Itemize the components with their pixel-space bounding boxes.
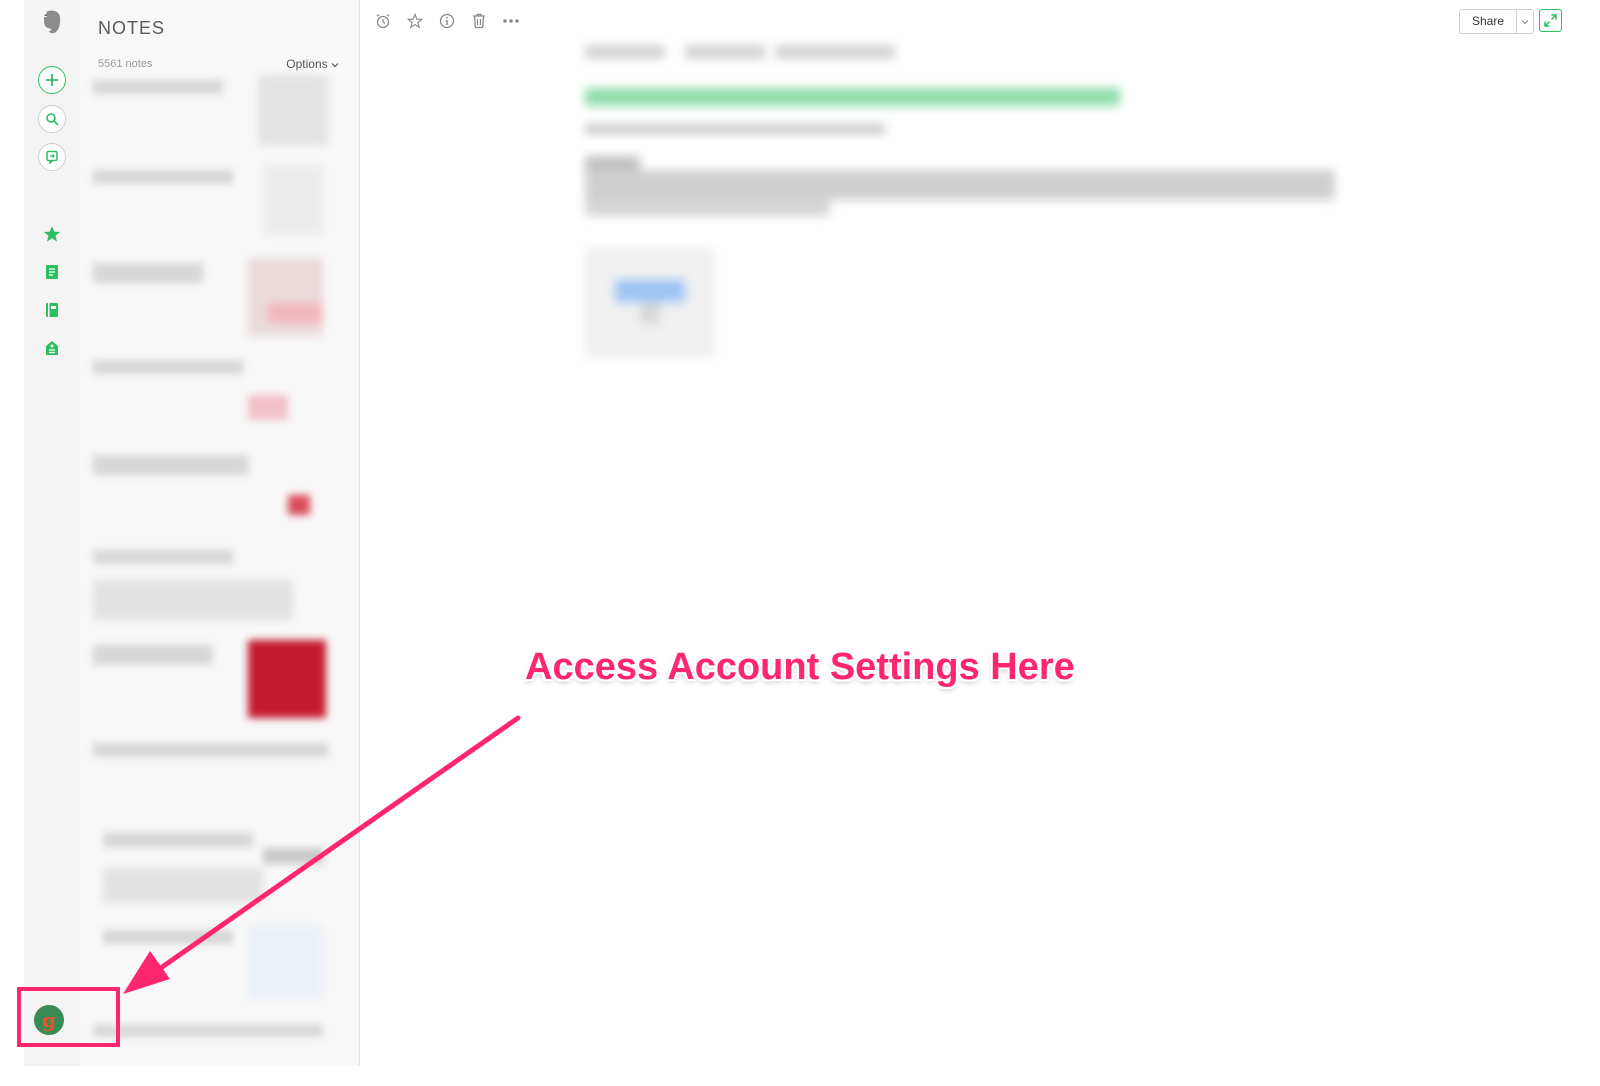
list-item[interactable] [88, 828, 350, 918]
list-item[interactable] [88, 545, 350, 630]
notes-icon [46, 265, 58, 279]
reminder-icon[interactable] [372, 10, 394, 32]
list-item[interactable] [88, 258, 350, 343]
expand-icon [1544, 14, 1557, 27]
list-item[interactable] [88, 640, 350, 725]
list-item[interactable] [88, 1020, 350, 1050]
plus-icon [38, 66, 66, 94]
note-content [580, 40, 1360, 370]
star-icon [44, 226, 60, 242]
notebooks-icon [46, 303, 58, 317]
list-item[interactable] [88, 75, 350, 155]
tags-icon [46, 341, 58, 355]
expand-button[interactable] [1539, 9, 1562, 32]
sidebar-rail: g [24, 0, 80, 1066]
note-count: 5561 notes [98, 58, 153, 70]
shortcuts-button[interactable] [36, 218, 68, 250]
more-icon[interactable] [500, 10, 522, 32]
note-list-title: NOTES [98, 18, 166, 38]
search-icon [38, 105, 66, 133]
annotation-text: Access Account Settings Here [525, 646, 1075, 688]
share-button[interactable]: Share [1459, 9, 1535, 34]
tags-button[interactable] [36, 332, 68, 364]
star-icon[interactable] [404, 10, 426, 32]
info-icon[interactable] [436, 10, 458, 32]
chevron-down-icon [331, 63, 339, 68]
search-button[interactable] [36, 103, 68, 135]
notebooks-button[interactable] [36, 294, 68, 326]
annotation-highlight-box [17, 987, 120, 1047]
work-chat-button[interactable] [36, 141, 68, 173]
options-label: Options [286, 57, 328, 71]
new-note-button[interactable] [36, 64, 68, 96]
note-toolbar [372, 8, 522, 34]
trash-icon[interactable] [468, 10, 490, 32]
list-item[interactable] [88, 165, 350, 245]
note-list-panel: NOTES 5561 notes Options [80, 0, 360, 1066]
notes-button[interactable] [36, 256, 68, 288]
options-dropdown[interactable]: Options [286, 57, 339, 71]
list-item[interactable] [88, 450, 350, 530]
evernote-logo-icon[interactable] [36, 6, 68, 38]
work-chat-icon [38, 143, 66, 171]
list-item[interactable] [88, 925, 350, 1005]
share-label: Share [1460, 10, 1518, 33]
chevron-down-icon[interactable] [1517, 10, 1533, 33]
list-item[interactable] [88, 738, 350, 778]
list-item[interactable] [88, 355, 350, 435]
